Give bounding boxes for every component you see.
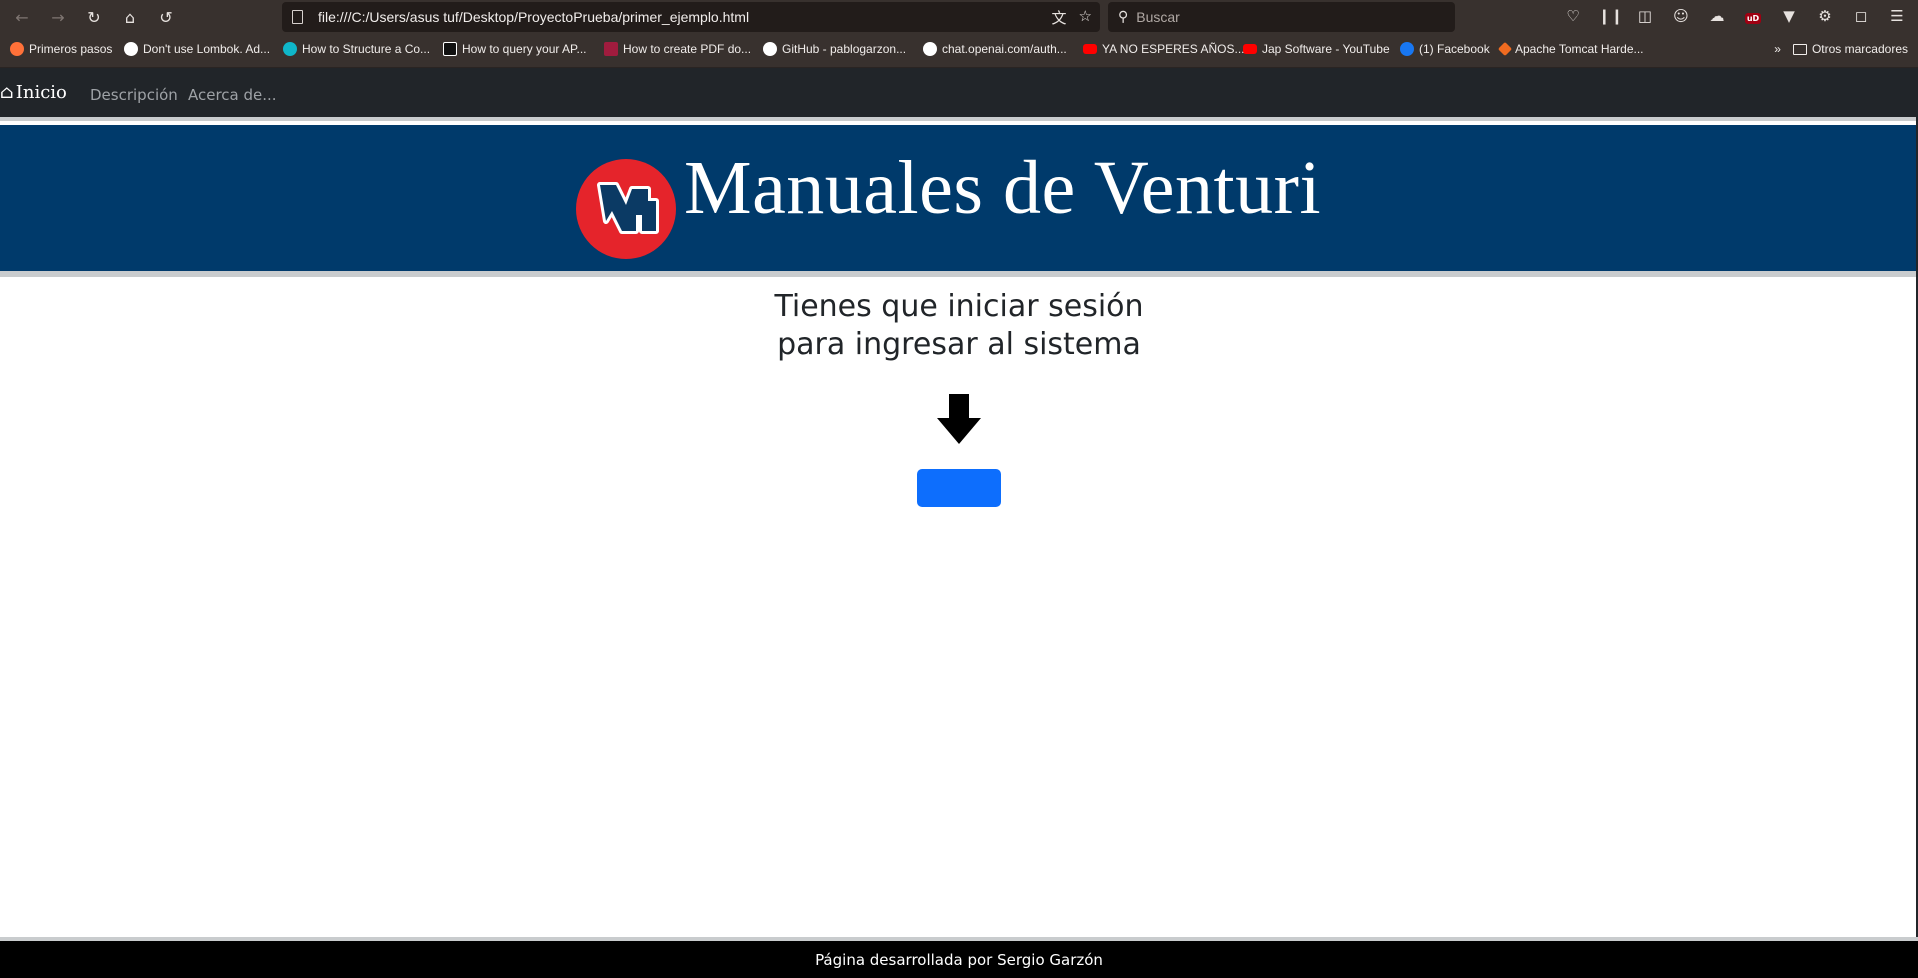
reload-icon[interactable]: ↻ (82, 5, 106, 29)
footer: Página desarrollada por Sergio Garzón (0, 937, 1918, 978)
library-icon[interactable]: ❙❙ (1598, 7, 1623, 25)
bookmark-item[interactable]: Apache Tomcat Harde... (1497, 41, 1644, 57)
site-icon (283, 42, 297, 56)
login-button[interactable] (917, 469, 1001, 507)
extensions-icon[interactable]: ◻ (1850, 7, 1872, 25)
nav-brand-home[interactable]: ⌂ Inicio (0, 82, 67, 103)
bookmark-star-icon[interactable]: ☆ (1079, 7, 1092, 28)
tomcat-icon (1497, 41, 1513, 57)
translate-icon[interactable]: 文 (1052, 7, 1067, 28)
sync-icon[interactable]: ☁ (1706, 7, 1728, 25)
openai-icon (923, 42, 937, 56)
browser-toolbar: ← → ↻ ⌂ ↺ file:///C:/Users/asus tuf/Desk… (0, 0, 1918, 34)
bookmark-item[interactable]: Jap Software - YouTube (1243, 42, 1390, 56)
github-icon (763, 42, 777, 56)
bookmark-item[interactable]: chat.openai.com/auth... (923, 42, 1067, 56)
history-icon[interactable]: ↺ (154, 5, 178, 29)
ublock-icon[interactable]: uD (1742, 7, 1764, 25)
account-icon[interactable]: ☺ (1670, 7, 1692, 25)
back-icon[interactable]: ← (10, 5, 34, 29)
search-input[interactable]: Buscar (1136, 9, 1180, 25)
house-icon: ⌂ (0, 82, 14, 103)
bookmark-item[interactable]: YA NO ESPERES AÑOS... (1083, 42, 1245, 56)
menu-icon[interactable]: ☰ (1886, 7, 1908, 25)
nav-brand-label: Inicio (15, 82, 67, 103)
settings-gear-icon[interactable]: ⚙ (1814, 7, 1836, 25)
footer-text: Página desarrollada por Sergio Garzón (815, 950, 1103, 969)
dev-icon (443, 42, 457, 56)
login-message: Tienes que iniciar sesión para ingresar … (0, 288, 1918, 364)
other-bookmarks[interactable]: Otros marcadores (1792, 42, 1908, 56)
login-message-line2: para ingresar al sistema (777, 327, 1141, 362)
firefox-icon (10, 42, 24, 56)
url-bar[interactable]: file:///C:/Users/asus tuf/Desktop/Proyec… (282, 2, 1100, 32)
sidebar-icon[interactable]: ◫ (1634, 7, 1656, 25)
home-icon[interactable]: ⌂ (118, 5, 142, 29)
login-message-line1: Tienes que iniciar sesión (774, 289, 1144, 324)
site-banner: Manuales de Venturi (0, 125, 1918, 277)
youtube-icon (1083, 44, 1097, 54)
venturi-logo (576, 159, 676, 259)
top-navbar: ⌂ Inicio Descripción Acerca de... (0, 68, 1918, 121)
bookmark-item[interactable]: How to create PDF do... (604, 42, 751, 56)
pocket-icon[interactable]: ♡ (1562, 7, 1584, 25)
bookmark-item[interactable]: Don't use Lombok. Ad... (124, 42, 270, 56)
more-bookmarks-icon[interactable]: » (1774, 42, 1781, 56)
bookmark-item[interactable]: GitHub - pablogarzon... (763, 42, 906, 56)
search-icon: ⚲ (1118, 9, 1129, 25)
site-icon (604, 42, 618, 56)
folder-icon (1792, 43, 1807, 55)
search-bar[interactable]: ⚲ Buscar (1108, 2, 1455, 32)
arrow-down-icon (937, 394, 981, 444)
bookmark-item[interactable]: Primeros pasos (10, 42, 112, 56)
extension-v-icon[interactable]: ▼ (1778, 7, 1800, 25)
bookmark-item[interactable]: (1) Facebook (1400, 42, 1490, 56)
nav-link-acerca[interactable]: Acerca de... (188, 86, 277, 104)
banner-title: Manuales de Venturi (684, 146, 1322, 230)
youtube-icon (1243, 44, 1257, 54)
nav-link-descripcion[interactable]: Descripción (90, 86, 178, 104)
page-content: ⌂ Inicio Descripción Acerca de... Manual… (0, 68, 1918, 978)
facebook-icon (1400, 42, 1414, 56)
page-icon (292, 10, 303, 24)
medium-icon (124, 42, 138, 56)
bookmark-item[interactable]: How to query your AP... (443, 42, 587, 56)
url-text[interactable]: file:///C:/Users/asus tuf/Desktop/Proyec… (318, 9, 749, 25)
bookmark-item[interactable]: How to Structure a Co... (283, 42, 430, 56)
bookmarks-bar: Primeros pasos Don't use Lombok. Ad... H… (0, 34, 1918, 68)
forward-icon[interactable]: → (46, 5, 70, 29)
